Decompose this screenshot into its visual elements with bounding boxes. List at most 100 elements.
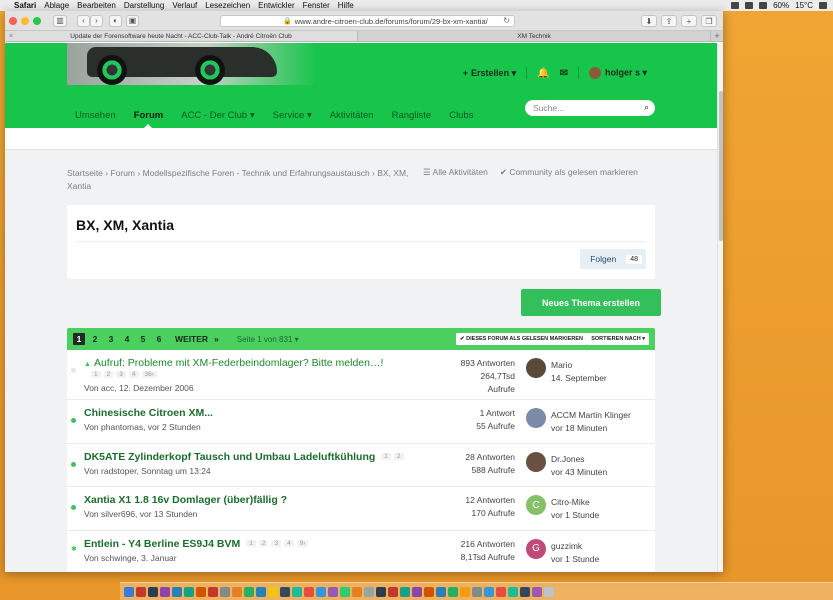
topic-page-link[interactable]: 36› xyxy=(141,371,157,378)
tab-overview-icon[interactable]: ❐ xyxy=(701,15,717,27)
table-row[interactable]: Xantia X1 1.8 16v Domlager (über)fällig … xyxy=(67,487,655,531)
last-poster-name[interactable]: Mario xyxy=(551,359,607,372)
last-post-date[interactable]: vor 18 Minuten xyxy=(551,422,631,435)
weather-temp[interactable]: 15°C xyxy=(795,1,813,10)
app-icon[interactable] xyxy=(316,586,326,597)
topic-title-link[interactable]: ▲ Aufruf: Probleme mit XM-Federbeindomlag… xyxy=(84,357,383,369)
app-icon[interactable] xyxy=(232,586,242,597)
app-icon[interactable] xyxy=(436,586,446,597)
app-icon[interactable] xyxy=(328,586,338,597)
app-icon[interactable] xyxy=(520,586,530,597)
page-scrollbar[interactable] xyxy=(717,43,723,572)
topic-page-link[interactable]: 2 xyxy=(393,453,404,461)
zoom-window-button[interactable] xyxy=(33,16,41,25)
bell-icon[interactable]: 🔔 xyxy=(537,68,549,79)
trash-icon[interactable] xyxy=(544,586,554,597)
status-icon[interactable] xyxy=(731,2,740,9)
battery-percent[interactable]: 60% xyxy=(773,1,789,10)
topic-page-link[interactable]: 4 xyxy=(284,540,294,548)
page-link-4[interactable]: 4 xyxy=(121,333,133,345)
last-poster-name[interactable]: Citro-Mike xyxy=(551,496,599,509)
menu-app-name[interactable]: Safari xyxy=(14,1,36,10)
address-bar[interactable]: 🔒 www.andre-citroen-club.de/forums/forum… xyxy=(220,15,515,27)
share-icon[interactable]: ⇪ xyxy=(661,15,677,27)
app-icon[interactable] xyxy=(340,586,350,597)
app-icon[interactable] xyxy=(256,586,266,597)
app-icon[interactable] xyxy=(496,586,506,597)
mail-icon[interactable]: ✉ xyxy=(560,68,568,79)
last-post-date[interactable]: 14. September xyxy=(551,372,607,385)
last-poster-name[interactable]: Dr.Jones xyxy=(551,453,607,466)
last-post-date[interactable]: vor 43 Minuten xyxy=(551,466,607,479)
app-icon[interactable] xyxy=(184,586,194,597)
avatar[interactable] xyxy=(526,451,546,472)
shield-icon[interactable]: ◐ xyxy=(109,14,122,27)
create-button[interactable]: + Erstellen ▾ xyxy=(463,68,516,79)
sidebar-toggle-icon[interactable]: ▥ xyxy=(53,14,67,27)
app-icon[interactable] xyxy=(292,586,302,597)
tab-xm-technik[interactable]: XM Technik xyxy=(358,31,711,41)
all-activity-link[interactable]: ☰ Alle Aktivitäten xyxy=(423,167,488,178)
app-icon[interactable] xyxy=(352,586,362,597)
user-menu[interactable]: holger s ▾ xyxy=(588,67,647,79)
topic-title-link[interactable]: Chinesische Citroen XM... xyxy=(84,407,213,419)
app-icon[interactable] xyxy=(280,586,290,597)
app-icon[interactable] xyxy=(424,586,434,597)
app-icon[interactable] xyxy=(196,586,206,597)
status-icon[interactable] xyxy=(745,2,754,9)
page-link-1[interactable]: 1 xyxy=(73,333,85,345)
avatar[interactable]: C xyxy=(526,495,546,515)
app-icon[interactable] xyxy=(400,586,410,597)
app-icon[interactable] xyxy=(136,586,146,597)
nav-item-clubs[interactable]: Clubs xyxy=(449,103,473,128)
mark-read-link[interactable]: ✔ Community als gelesen markieren xyxy=(500,167,638,178)
app-icon[interactable] xyxy=(268,586,278,597)
search-icon[interactable]: ⌕ xyxy=(644,102,649,113)
nav-item-forum[interactable]: Forum xyxy=(134,103,163,128)
table-row[interactable]: Chinesische Citroen XM... Von phantomas,… xyxy=(67,400,655,444)
menu-item-hilfe[interactable]: Hilfe xyxy=(338,1,354,10)
forward-button[interactable]: › xyxy=(90,14,103,27)
nav-item-service[interactable]: Service ▾ xyxy=(273,103,312,128)
app-icon[interactable] xyxy=(208,586,218,597)
app-icon[interactable] xyxy=(412,586,422,597)
app-icon[interactable] xyxy=(508,586,518,597)
nav-item-rangliste[interactable]: Rangliste xyxy=(392,103,432,128)
table-row[interactable]: ▲ Aufruf: Probleme mit XM-Federbeindomlag… xyxy=(67,350,655,400)
page-jump-dropdown[interactable]: Seite 1 von 831 ▾ xyxy=(237,335,299,344)
reload-icon[interactable]: ↻ xyxy=(503,16,510,25)
topic-page-link[interactable]: 9› xyxy=(296,540,309,548)
topic-page-link[interactable]: 1 xyxy=(91,371,101,378)
topic-title-link[interactable]: Entlein - Y4 Berline ES9J4 BVM 1 2 3 4 9› xyxy=(84,538,309,550)
menu-item-darstellung[interactable]: Darstellung xyxy=(124,1,164,10)
app-icon[interactable] xyxy=(448,586,458,597)
last-poster-name[interactable]: ACCM Martin Klinger xyxy=(551,409,631,422)
topic-page-link[interactable]: 3 xyxy=(271,540,282,548)
next-page-link[interactable]: WEITER xyxy=(175,334,208,344)
page-link-3[interactable]: 3 xyxy=(105,333,117,345)
topic-page-link[interactable]: 2 xyxy=(258,540,269,548)
last-page-link[interactable]: » xyxy=(214,334,219,344)
avatar[interactable] xyxy=(526,358,546,378)
app-icon[interactable] xyxy=(304,586,314,597)
nav-item-umsehen[interactable]: Umsehen xyxy=(75,103,116,128)
topic-page-link[interactable]: 3 xyxy=(116,371,126,378)
menu-item-lesezeichen[interactable]: Lesezeichen xyxy=(205,1,250,10)
close-window-button[interactable] xyxy=(9,16,17,25)
topic-title-link[interactable]: DK5ATE Zylinderkopf Tausch und Umbau Lad… xyxy=(84,451,404,463)
app-icon[interactable] xyxy=(388,586,398,597)
scrollbar-thumb[interactable] xyxy=(719,91,723,241)
page-link-5[interactable]: 5 xyxy=(137,333,149,345)
app-icon[interactable] xyxy=(460,586,470,597)
new-tab-icon[interactable]: + xyxy=(711,31,723,41)
menu-item-entwickler[interactable]: Entwickler xyxy=(258,1,294,10)
topic-page-link[interactable]: 4 xyxy=(128,371,139,378)
topic-page-link[interactable]: 2 xyxy=(103,371,114,378)
table-row[interactable]: ✱ Entlein - Y4 Berline ES9J4 BVM 1 2 3 4 9› V… xyxy=(67,531,655,573)
download-icon[interactable]: ⬇ xyxy=(641,15,657,27)
menu-item-bearbeiten[interactable]: Bearbeiten xyxy=(77,1,116,10)
control-center-icon[interactable] xyxy=(819,2,827,9)
app-icon[interactable] xyxy=(172,586,182,597)
page-link-6[interactable]: 6 xyxy=(153,333,165,345)
menu-item-ablage[interactable]: Ablage xyxy=(44,1,69,10)
